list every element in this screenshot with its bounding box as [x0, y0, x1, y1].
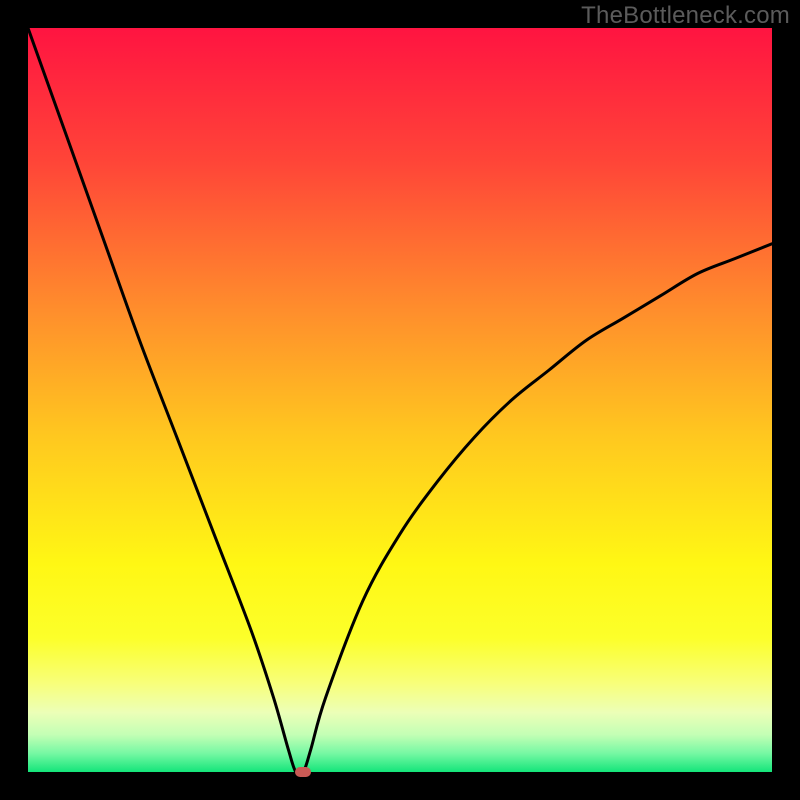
bottleneck-marker: [295, 767, 311, 777]
chart-curve: [28, 28, 772, 772]
watermark-text: TheBottleneck.com: [581, 2, 790, 30]
chart-frame: [28, 28, 772, 772]
